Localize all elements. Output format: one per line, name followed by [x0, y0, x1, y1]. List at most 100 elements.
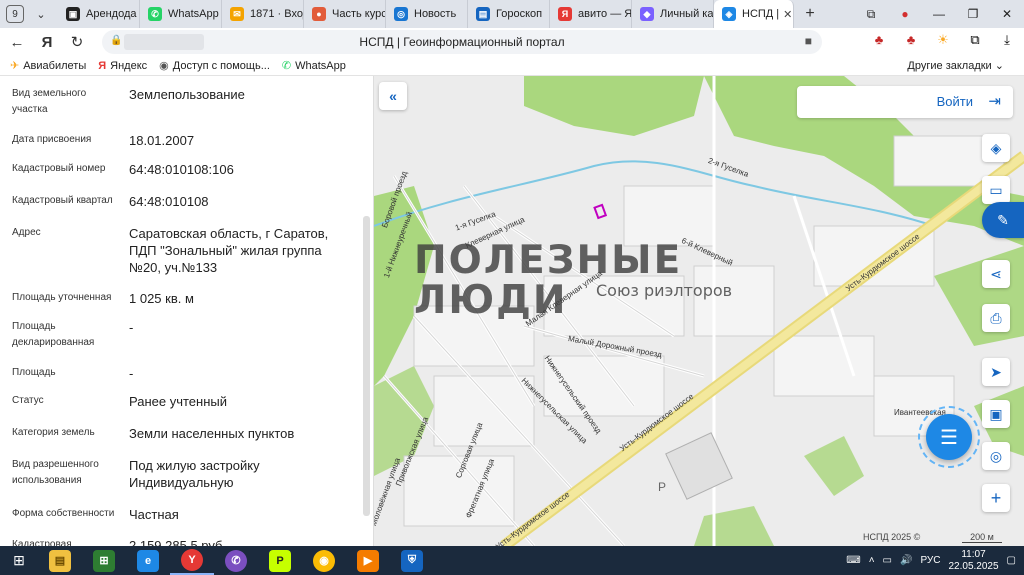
window-controls: ⧉ ● — ❐ ✕ [854, 0, 1024, 28]
browser-tab[interactable]: ● Часть курс [304, 0, 386, 28]
collapse-panel-button[interactable]: « [379, 82, 407, 110]
clock-date: 22.05.2025 [948, 560, 999, 572]
yandex-browser-icon: Y [181, 548, 203, 571]
system-tray: ⌨ ˄ ▭ 🔊 РУС 11:07 22.05.2025 ▢ [838, 546, 1016, 575]
bookmark-item[interactable]: ✆ WhatsApp [282, 59, 346, 73]
taskbar-app[interactable]: P [258, 546, 302, 575]
bookmark-item[interactable]: ✈ Авиабилеты [10, 59, 86, 73]
browser-tab[interactable]: ◎ Новость [386, 0, 468, 28]
close-window-icon[interactable]: ✕ [990, 7, 1024, 21]
minimize-icon[interactable]: — [922, 7, 956, 21]
search-location-icon[interactable]: ◎ [982, 442, 1010, 470]
browser-tab[interactable]: Я авито — Я [550, 0, 632, 28]
clock[interactable]: 11:07 22.05.2025 [948, 549, 998, 573]
chat-icon[interactable]: ☰ [926, 414, 972, 460]
store-icon: ⊞ [93, 549, 115, 572]
tab-label: НСПД | [742, 8, 780, 20]
bookmark-label: Яндекс [110, 59, 148, 72]
reload-icon[interactable]: ↻ [62, 33, 92, 51]
taskbar-app[interactable]: ✆ [214, 546, 258, 575]
yandex-icon[interactable]: Я [32, 34, 62, 51]
windows-start-icon[interactable]: ⊞ [0, 552, 38, 569]
extension-icons: ♣ ♣ ☀ ⧉ ⤓ [868, 32, 1018, 48]
nspd-icon: ◈ [722, 7, 736, 21]
extension-icon[interactable]: ♣ [868, 32, 890, 48]
field-value: 64:48:010108 [129, 194, 209, 209]
weather-icon[interactable]: ☀ [932, 32, 954, 48]
volume-icon[interactable]: 🔊 [900, 555, 912, 566]
field-value: Саратовская область, г Саратов, ПДП "Зон… [129, 226, 329, 275]
zoom-in-icon[interactable]: + [982, 484, 1010, 512]
bookmark-label: Доступ с помощь... [172, 59, 270, 72]
field-value: 2 159 285,5 руб. [129, 538, 227, 546]
taskbar-app[interactable]: ⛨ [390, 546, 434, 575]
field-label: Кадастровый номер [12, 163, 106, 174]
minimap-icon[interactable]: ▣ [982, 400, 1010, 428]
maximize-icon[interactable]: ❐ [956, 7, 990, 21]
ruler-icon[interactable]: ▭ [982, 176, 1010, 204]
map-view[interactable]: Усть-Курдюмское шоссе Усть-Курдюмское шо… [374, 76, 1024, 546]
tab-switch-icon[interactable]: ⧉ [854, 7, 888, 22]
taskbar-app[interactable]: e [126, 546, 170, 575]
browser-tab[interactable]: ▤ Гороскоп [468, 0, 550, 28]
new-tab-button[interactable]: + [800, 4, 820, 24]
horoscope-icon: ▤ [476, 7, 490, 21]
taskbar-app[interactable]: ◉ [302, 546, 346, 575]
browser-tab[interactable]: ✆ WhatsApp [140, 0, 222, 28]
tab-counter[interactable]: 9 [6, 5, 24, 23]
locate-icon[interactable]: ➤ [982, 358, 1010, 386]
scale-bar: 200 м [962, 532, 1002, 543]
parcel-info-panel: Вид земельного участка Землепользование … [0, 76, 374, 546]
taskbar-app[interactable]: ⊞ [82, 546, 126, 575]
bookmark-item[interactable]: Я Яндекс [98, 60, 147, 72]
other-bookmarks[interactable]: Другие закладки ⌄ [907, 59, 1004, 72]
chevron-down-icon[interactable]: ⌄ [30, 3, 52, 25]
browser-tab-active[interactable]: ◈ НСПД | ✕ [714, 0, 794, 28]
layers-icon[interactable]: ◈ [982, 134, 1010, 162]
chevron-up-icon[interactable]: ˄ [869, 555, 875, 566]
url-field[interactable]: 🔒 НСПД | Геоинформационный портал ■ [102, 30, 822, 54]
watermark-line1: ПОЛЕЗНЫЕ [414, 238, 683, 283]
login-button[interactable]: Войти ⇥ [797, 86, 1013, 118]
gosuslugi-icon: ◉ [159, 60, 169, 72]
watermark-sub: Союз риэлторов [596, 281, 733, 300]
watermark-line2: ЛЮДИ [414, 278, 568, 323]
tab-label: Личный каб [660, 8, 714, 20]
account-icon: ◆ [640, 7, 654, 21]
plane-icon: ✈ [10, 60, 20, 72]
tab-label: Часть курс [332, 8, 386, 20]
field-label: Кадастровый квартал [12, 195, 113, 206]
field-label: Площадь [12, 367, 56, 378]
bookmark-item[interactable]: ◉ Доступ с помощь... [159, 59, 270, 73]
language-indicator[interactable]: РУС [920, 555, 940, 566]
browser-tab[interactable]: ◆ Личный каб [632, 0, 714, 28]
field-label: Вид разрешенного использования [12, 459, 99, 486]
field-value: Землепользование [129, 87, 245, 102]
field-value: Земли населенных пунктов [129, 426, 295, 441]
keyboard-icon[interactable]: ⌨ [846, 555, 860, 566]
bookmark-icon[interactable]: ■ [805, 34, 812, 48]
taskbar-app[interactable]: ▶ [346, 546, 390, 575]
yandex-icon: Я [558, 7, 572, 21]
bookmarks-bar: ✈ Авиабилеты Я Яндекс ◉ Доступ с помощь.… [0, 56, 1024, 76]
browser-tab[interactable]: ✉ 1871 · Вход [222, 0, 304, 28]
network-icon[interactable]: ▭ [883, 555, 892, 566]
panel-scrollbar[interactable] [363, 216, 370, 516]
close-icon[interactable]: ✕ [783, 8, 792, 21]
field-label: Категория земель [12, 427, 95, 438]
extension-icon[interactable]: ♣ [900, 32, 922, 48]
taskbar-app[interactable]: Y [170, 546, 214, 575]
support-icon[interactable]: ✎ [982, 202, 1024, 238]
page-title: НСПД | Геоинформационный портал [359, 35, 565, 49]
collections-icon[interactable]: ⧉ [964, 32, 986, 48]
notification-center-icon[interactable]: ▢ [1007, 555, 1016, 566]
field-label: Вид земельного участка [12, 88, 87, 115]
notifications-icon[interactable]: ● [888, 7, 922, 21]
taskbar-app[interactable]: ▤ [38, 546, 82, 575]
download-icon[interactable]: ⤓ [996, 32, 1018, 48]
browser-tab[interactable]: ▣ Арендода [58, 0, 140, 28]
field-label: Площадь уточненная [12, 292, 112, 303]
print-icon[interactable]: ⎙ [982, 304, 1010, 332]
back-icon[interactable]: ← [2, 34, 32, 51]
share-icon[interactable]: ⋖ [982, 260, 1010, 288]
